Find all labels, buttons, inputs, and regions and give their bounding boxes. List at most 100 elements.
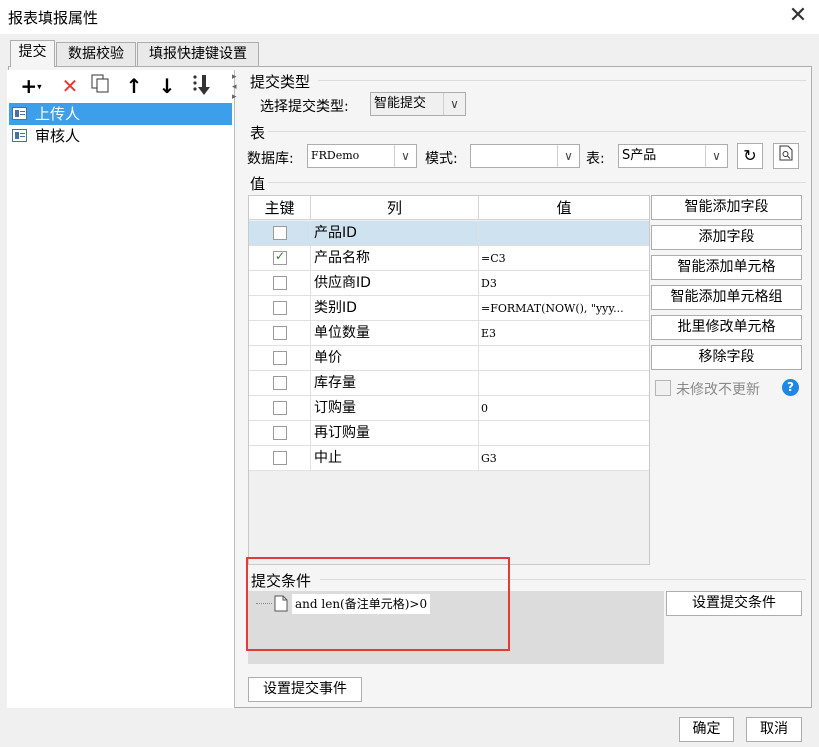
smart-add-field-button[interactable]: 智能添加字段 xyxy=(651,195,802,220)
column-name: 类别ID xyxy=(311,296,479,321)
table-row[interactable]: 产品名称 =C3 xyxy=(249,246,649,271)
database-label: 数据库: xyxy=(247,151,294,167)
tree-item-label: 审核人 xyxy=(35,127,81,145)
chevron-down-icon: ∨ xyxy=(705,145,727,167)
column-value[interactable]: G3 xyxy=(479,446,649,471)
column-value[interactable]: =FORMAT(NOW(), "yyy... xyxy=(479,296,649,321)
plus-icon[interactable]: +▾ xyxy=(16,74,46,98)
set-submit-event-button[interactable]: 设置提交事件 xyxy=(248,677,362,702)
primary-key-checkbox[interactable] xyxy=(273,226,287,240)
mode-label: 模式: xyxy=(425,151,458,167)
column-name: 单价 xyxy=(311,346,479,371)
table-label: 表: xyxy=(586,151,605,167)
tree-item-reviewer[interactable]: 审核人 xyxy=(9,125,232,147)
cancel-button[interactable]: 取消 xyxy=(746,717,802,742)
chevron-down-icon: ∨ xyxy=(557,145,579,167)
column-value[interactable] xyxy=(479,421,649,446)
column-value[interactable] xyxy=(479,371,649,396)
primary-key-checkbox[interactable] xyxy=(273,451,287,465)
table-row[interactable]: 订购量 0 xyxy=(249,396,649,421)
arrow-down-icon[interactable]: ↓ xyxy=(156,74,178,98)
arrow-up-icon[interactable]: ↑ xyxy=(123,74,145,98)
table-icon xyxy=(12,129,27,142)
database-value: FRDemo xyxy=(311,149,360,162)
column-value[interactable]: 0 xyxy=(479,396,649,421)
value-heading: 值 xyxy=(250,175,266,193)
divider xyxy=(268,182,806,183)
no-update-label: 未修改不更新 xyxy=(676,382,760,398)
primary-key-checkbox[interactable] xyxy=(273,401,287,415)
left-pane xyxy=(7,70,235,708)
primary-key-checkbox[interactable] xyxy=(273,249,287,265)
tab-data-validation[interactable]: 数据校验 xyxy=(56,42,136,67)
table-heading: 表 xyxy=(250,124,266,142)
chevron-down-icon: ∨ xyxy=(443,93,465,115)
table-row[interactable]: 产品ID xyxy=(249,221,649,246)
column-header-value[interactable]: 值 xyxy=(479,196,649,220)
sort-down-icon[interactable] xyxy=(188,74,214,98)
preview-icon[interactable] xyxy=(773,143,799,169)
ok-button[interactable]: 确定 xyxy=(679,717,734,742)
submit-type-select[interactable]: 智能提交 ∨ xyxy=(370,92,466,116)
table-row[interactable]: 供应商ID D3 xyxy=(249,271,649,296)
no-update-checkbox[interactable] xyxy=(655,380,671,396)
column-name: 产品名称 xyxy=(311,246,479,271)
mode-select[interactable]: ∨ xyxy=(470,144,580,168)
highlight-box xyxy=(246,557,510,651)
primary-key-checkbox[interactable] xyxy=(273,376,287,390)
column-name: 供应商ID xyxy=(311,271,479,296)
divider xyxy=(318,80,806,81)
table-icon xyxy=(12,107,27,120)
remove-field-button[interactable]: 移除字段 xyxy=(651,345,802,370)
tree-item-uploader[interactable]: 上传人 xyxy=(9,103,232,125)
help-icon[interactable]: ? xyxy=(782,379,799,396)
tab-shortcut-settings[interactable]: 填报快捷键设置 xyxy=(137,42,259,67)
submit-type-value: 智能提交 xyxy=(374,96,427,111)
column-name: 订购量 xyxy=(311,396,479,421)
smart-add-cell-group-button[interactable]: 智能添加单元格组 xyxy=(651,285,802,310)
table-row[interactable]: 中止 G3 xyxy=(249,446,649,471)
set-condition-button[interactable]: 设置提交条件 xyxy=(666,591,802,616)
column-value[interactable]: D3 xyxy=(479,271,649,296)
table-row[interactable]: 单价 xyxy=(249,346,649,371)
column-name: 库存量 xyxy=(311,371,479,396)
database-select[interactable]: FRDemo ∨ xyxy=(307,144,417,168)
column-header-column[interactable]: 列 xyxy=(311,196,479,220)
primary-key-checkbox[interactable] xyxy=(273,326,287,340)
tree-item-label: 上传人 xyxy=(35,105,81,123)
table-select[interactable]: S产品 ∨ xyxy=(618,144,728,168)
splitter-handle[interactable]: ▸ ◂ ▸ xyxy=(232,72,240,102)
red-x-icon[interactable]: ✕ xyxy=(58,74,82,98)
copy-icon[interactable] xyxy=(88,74,112,98)
primary-key-checkbox[interactable] xyxy=(273,301,287,315)
table-row[interactable]: 再订购量 xyxy=(249,421,649,446)
close-icon[interactable]: ✕ xyxy=(786,3,810,29)
add-field-button[interactable]: 添加字段 xyxy=(651,225,802,250)
column-name: 产品ID xyxy=(311,221,479,246)
column-value[interactable]: E3 xyxy=(479,321,649,346)
refresh-icon[interactable]: ↻ xyxy=(737,143,763,169)
divider xyxy=(268,131,806,132)
column-value[interactable] xyxy=(479,346,649,371)
submit-type-heading: 提交类型 xyxy=(250,73,311,91)
title-bar xyxy=(0,0,819,34)
primary-key-checkbox[interactable] xyxy=(273,426,287,440)
batch-modify-cell-button[interactable]: 批里修改单元格 xyxy=(651,315,802,340)
table-row[interactable]: 类别ID =FORMAT(NOW(), "yyy... xyxy=(249,296,649,321)
column-value[interactable] xyxy=(479,221,649,246)
primary-key-checkbox[interactable] xyxy=(273,276,287,290)
submit-type-label: 选择提交类型: xyxy=(260,99,349,115)
column-value[interactable]: =C3 xyxy=(479,246,649,271)
table-row[interactable]: 库存量 xyxy=(249,371,649,396)
column-name: 再订购量 xyxy=(311,421,479,446)
smart-add-cell-button[interactable]: 智能添加单元格 xyxy=(651,255,802,280)
column-name: 中止 xyxy=(311,446,479,471)
table-value: S产品 xyxy=(622,148,657,163)
tab-submit[interactable]: 提交 xyxy=(10,40,55,67)
field-grid: 主键 列 值 产品ID 产品名称 =C3 供应商ID D3 类别ID =FORM… xyxy=(248,195,650,565)
window-title: 报表填报属性 xyxy=(8,9,99,27)
primary-key-checkbox[interactable] xyxy=(273,351,287,365)
column-header-key[interactable]: 主键 xyxy=(249,196,311,220)
chevron-down-icon: ∨ xyxy=(394,145,416,167)
table-row[interactable]: 单位数量 E3 xyxy=(249,321,649,346)
